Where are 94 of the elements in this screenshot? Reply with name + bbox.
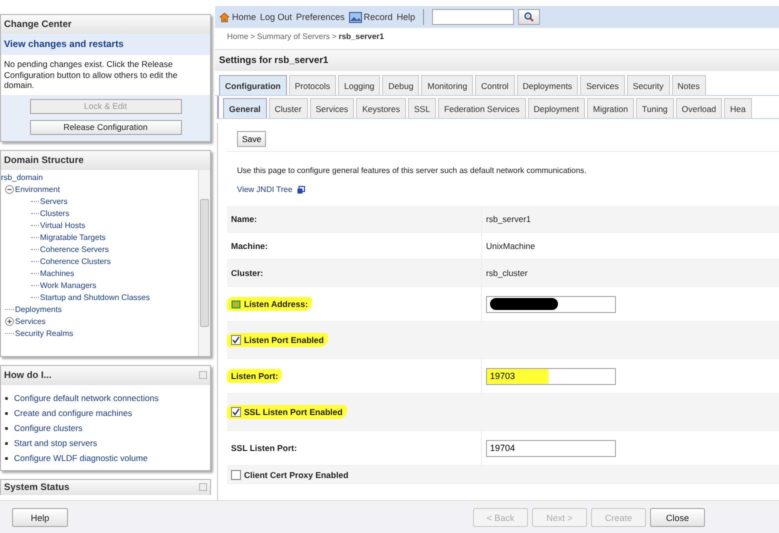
- panel-title: How do I...: [4, 370, 52, 381]
- tab[interactable]: Deployments: [516, 75, 578, 95]
- highlighted-label: Listen Port:: [227, 369, 282, 383]
- tree-item[interactable]: Deployments: [15, 305, 62, 314]
- input-field[interactable]: 19704: [486, 440, 616, 456]
- sub-tab[interactable]: Hea: [724, 98, 752, 118]
- panel-title: Domain Structure: [1, 150, 210, 170]
- bullet-icon: [5, 442, 8, 445]
- bullet-icon: [5, 456, 8, 460]
- sub-tab[interactable]: Migration: [587, 98, 634, 118]
- page-description: Use this page to configure general features of this server such as default network communications.: [236, 165, 588, 175]
- search-button[interactable]: [518, 9, 540, 25]
- tab[interactable]: Security: [626, 75, 670, 95]
- search-icon: [524, 12, 534, 22]
- tree-item[interactable]: Work Managers: [40, 281, 96, 290]
- sub-tab[interactable]: Federation Services: [438, 98, 526, 118]
- tree-item[interactable]: Migratable Targets: [40, 233, 106, 242]
- sub-tab[interactable]: Keystores: [356, 98, 406, 118]
- field-label: Cluster:: [231, 268, 264, 278]
- breadcrumb-link[interactable]: Summary of Servers: [257, 32, 330, 41]
- bullet-icon: [5, 426, 8, 430]
- tree-item[interactable]: rsb_domain: [1, 173, 43, 182]
- tree-item[interactable]: Machines: [40, 269, 74, 278]
- help-link[interactable]: Start and stop servers: [14, 438, 98, 448]
- expand-icon[interactable]: [5, 317, 14, 326]
- collapse-icon[interactable]: [5, 185, 14, 194]
- tab[interactable]: Protocols: [288, 75, 336, 95]
- toolbar-link[interactable]: Record: [348, 12, 393, 22]
- tree-item[interactable]: Coherence Servers: [40, 245, 109, 254]
- panel-title: Change Center: [1, 15, 210, 34]
- breadcrumb-link[interactable]: Home: [227, 32, 248, 41]
- sub-tab[interactable]: Services: [310, 98, 354, 118]
- sub-tab[interactable]: Overload: [676, 98, 722, 118]
- tree-item[interactable]: Security Realms: [15, 329, 74, 338]
- breadcrumb-current: rsb_server1: [338, 32, 384, 41]
- release-configuration-button[interactable]: Release Configuration: [30, 120, 182, 135]
- highlighted-label: Listen Address:: [227, 297, 312, 311]
- toolbar-link[interactable]: Home: [219, 12, 256, 22]
- help-link[interactable]: Configure default network connections: [14, 393, 159, 404]
- tree-item[interactable]: Servers: [40, 197, 68, 206]
- tree-item[interactable]: Services: [15, 317, 46, 326]
- tab[interactable]: Services: [580, 75, 625, 95]
- tree-item[interactable]: Startup and Shutdown Classes: [40, 293, 150, 302]
- help-link[interactable]: Create and configure machines: [14, 408, 132, 418]
- checkbox[interactable]: [231, 335, 241, 345]
- bullet-icon: [5, 412, 8, 415]
- scrollbar[interactable]: [198, 170, 210, 356]
- field-value: rsb_cluster: [486, 268, 528, 278]
- help-link[interactable]: Configure clusters: [14, 423, 83, 434]
- settings-title: Settings for rsb_server1: [215, 49, 779, 71]
- tab[interactable]: Debug: [382, 75, 420, 95]
- tab[interactable]: Control: [475, 75, 515, 95]
- tab[interactable]: Monitoring: [421, 75, 474, 95]
- sub-tab[interactable]: General: [223, 98, 267, 118]
- input-field[interactable]: 19703: [486, 368, 616, 384]
- tab[interactable]: Notes: [672, 75, 706, 95]
- help-button[interactable]: Help: [12, 508, 68, 527]
- dialog-button[interactable]: Close: [650, 508, 705, 527]
- sub-tab[interactable]: Tuning: [636, 98, 674, 118]
- field-label: SSL Listen Port:: [231, 443, 297, 453]
- tree-item[interactable]: Environment: [15, 185, 60, 194]
- field-value: rsb_server1: [486, 214, 531, 224]
- field-label: Client Cert Proxy Enabled: [231, 470, 348, 480]
- sub-tab[interactable]: SSL: [408, 98, 436, 118]
- new-window-icon[interactable]: [297, 186, 306, 194]
- sub-tab[interactable]: Cluster: [268, 98, 308, 118]
- view-changes-link[interactable]: View changes and restarts: [1, 34, 210, 55]
- pending-changes-message: No pending changes exist. Click the Release Configuration button to allow others to edit the domain.: [3, 58, 178, 92]
- highlighted-label: Listen Port Enabled: [227, 333, 328, 347]
- tree-item[interactable]: Coherence Clusters: [40, 257, 111, 266]
- toolbar-link[interactable]: Log Out: [260, 12, 292, 22]
- picture-icon: [348, 12, 362, 22]
- checkbox[interactable]: [231, 470, 241, 480]
- toolbar-link[interactable]: Help: [396, 12, 416, 22]
- jndi-tree-link[interactable]: View JNDI Tree: [237, 185, 292, 194]
- field-label: Name:: [231, 214, 257, 224]
- tree-item[interactable]: Clusters: [40, 209, 70, 218]
- help-link[interactable]: Configure WLDF diagnostic volume: [14, 453, 148, 464]
- tab[interactable]: Logging: [338, 75, 380, 95]
- tab[interactable]: Configuration: [219, 75, 287, 95]
- search-field[interactable]: [432, 9, 514, 25]
- highlighted-label: SSL Listen Port Enabled: [227, 405, 347, 419]
- save-button[interactable]: Save: [237, 131, 266, 147]
- breadcrumb-separator: >: [332, 32, 337, 41]
- panel-title: System Status: [4, 482, 70, 493]
- sub-tab[interactable]: Deployment: [528, 98, 586, 118]
- breadcrumb-separator: >: [250, 32, 256, 41]
- checkbox[interactable]: [231, 407, 241, 417]
- tree-item[interactable]: Virtual Hosts: [40, 221, 86, 230]
- field-label: Machine:: [231, 241, 268, 251]
- field-value: UnixMachine: [486, 241, 536, 251]
- home-icon: [219, 12, 230, 22]
- toolbar-link[interactable]: Preferences: [296, 12, 345, 22]
- bullet-icon: [5, 396, 8, 400]
